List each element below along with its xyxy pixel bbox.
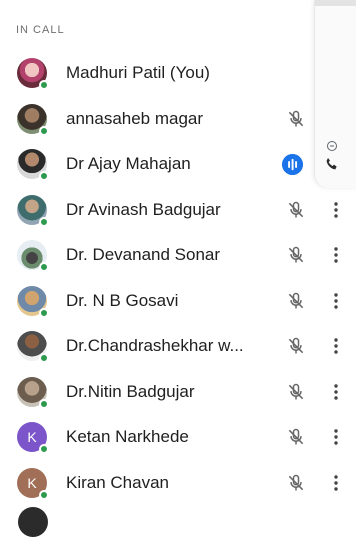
participant-name: Dr Ajay Mahajan xyxy=(66,154,191,173)
audio-wave-icon xyxy=(282,154,303,175)
participant-row[interactable]: Dr Ajay Mahajan xyxy=(0,142,356,188)
avatar: K xyxy=(17,422,49,454)
avatar xyxy=(17,103,49,136)
participant-name: Kiran Chavan xyxy=(66,472,170,492)
participant-row[interactable]: Dr.Nitin Badgujar xyxy=(0,370,356,416)
section-title: IN CALL xyxy=(16,24,65,36)
online-status-dot xyxy=(39,307,49,318)
more-vert-icon[interactable] xyxy=(330,473,342,493)
online-status-dot xyxy=(39,444,49,454)
participant-name: Dr Avinash Badgujar xyxy=(66,199,221,219)
more-vert-icon[interactable] xyxy=(330,291,342,311)
call-side-tab[interactable] xyxy=(314,0,356,188)
participant-name: Dr.Nitin Badgujar xyxy=(66,381,195,401)
more-vert-icon[interactable] xyxy=(330,245,342,265)
more-vert-icon[interactable] xyxy=(330,382,342,402)
participant-name: Dr. Devanand Sonar xyxy=(66,245,221,264)
participant-row[interactable]: Dr. N B Gosavi xyxy=(0,279,356,325)
participant-name: Madhuri Patil (You) xyxy=(66,63,210,82)
participant-name: annasaheb magar xyxy=(66,108,204,128)
avatar xyxy=(17,285,49,318)
avatar-initial: K xyxy=(27,474,37,491)
mic-off-icon[interactable] xyxy=(286,473,306,493)
mic-off-icon[interactable] xyxy=(286,245,306,265)
more-vert-icon[interactable] xyxy=(330,200,342,220)
avatar xyxy=(17,58,49,90)
participant-row[interactable]: annasaheb magar xyxy=(0,97,356,143)
avatar xyxy=(17,194,49,227)
side-tab-handle[interactable] xyxy=(315,0,356,6)
participant-name: Ketan Narkhede xyxy=(66,427,189,446)
partial-avatar xyxy=(18,507,48,537)
more-vert-icon[interactable] xyxy=(330,427,342,447)
online-status-dot xyxy=(39,171,49,181)
participant-name: Dr. N B Gosavi xyxy=(66,290,179,310)
participant-name: Dr.Chandrashekhar w... xyxy=(66,336,244,355)
online-status-dot xyxy=(39,80,49,90)
mic-off-icon[interactable] xyxy=(286,336,306,356)
online-status-dot xyxy=(39,353,49,363)
online-status-dot xyxy=(39,262,49,272)
avatar xyxy=(17,149,49,181)
participant-row[interactable]: Madhuri Patil (You) xyxy=(0,51,356,97)
mic-off-icon[interactable] xyxy=(286,291,306,311)
participant-row[interactable]: K Ketan Narkhede xyxy=(0,415,356,461)
phone-icon[interactable] xyxy=(324,156,340,172)
online-status-dot xyxy=(39,216,49,227)
mic-off-icon[interactable] xyxy=(286,200,306,220)
participant-list: Madhuri Patil (You) annasaheb magar Dr Aja… xyxy=(0,51,356,506)
mic-off-icon[interactable] xyxy=(286,382,306,402)
avatar: K xyxy=(17,467,49,500)
online-status-dot xyxy=(39,125,49,136)
online-status-dot xyxy=(39,398,49,409)
minus-circle-icon[interactable] xyxy=(326,140,338,152)
mic-off-icon[interactable] xyxy=(286,427,306,447)
participant-row[interactable]: Dr. Devanand Sonar xyxy=(0,233,356,279)
participant-row[interactable]: K Kiran Chavan xyxy=(0,461,356,507)
avatar xyxy=(17,240,49,272)
more-vert-icon[interactable] xyxy=(330,336,342,356)
avatar-initial: K xyxy=(27,429,37,445)
participant-row[interactable]: Dr.Chandrashekhar w... xyxy=(0,324,356,370)
online-status-dot xyxy=(39,489,49,500)
avatar xyxy=(17,376,49,409)
mic-off-icon[interactable] xyxy=(286,109,306,129)
avatar xyxy=(17,331,49,363)
participant-row[interactable]: Dr Avinash Badgujar xyxy=(0,188,356,234)
